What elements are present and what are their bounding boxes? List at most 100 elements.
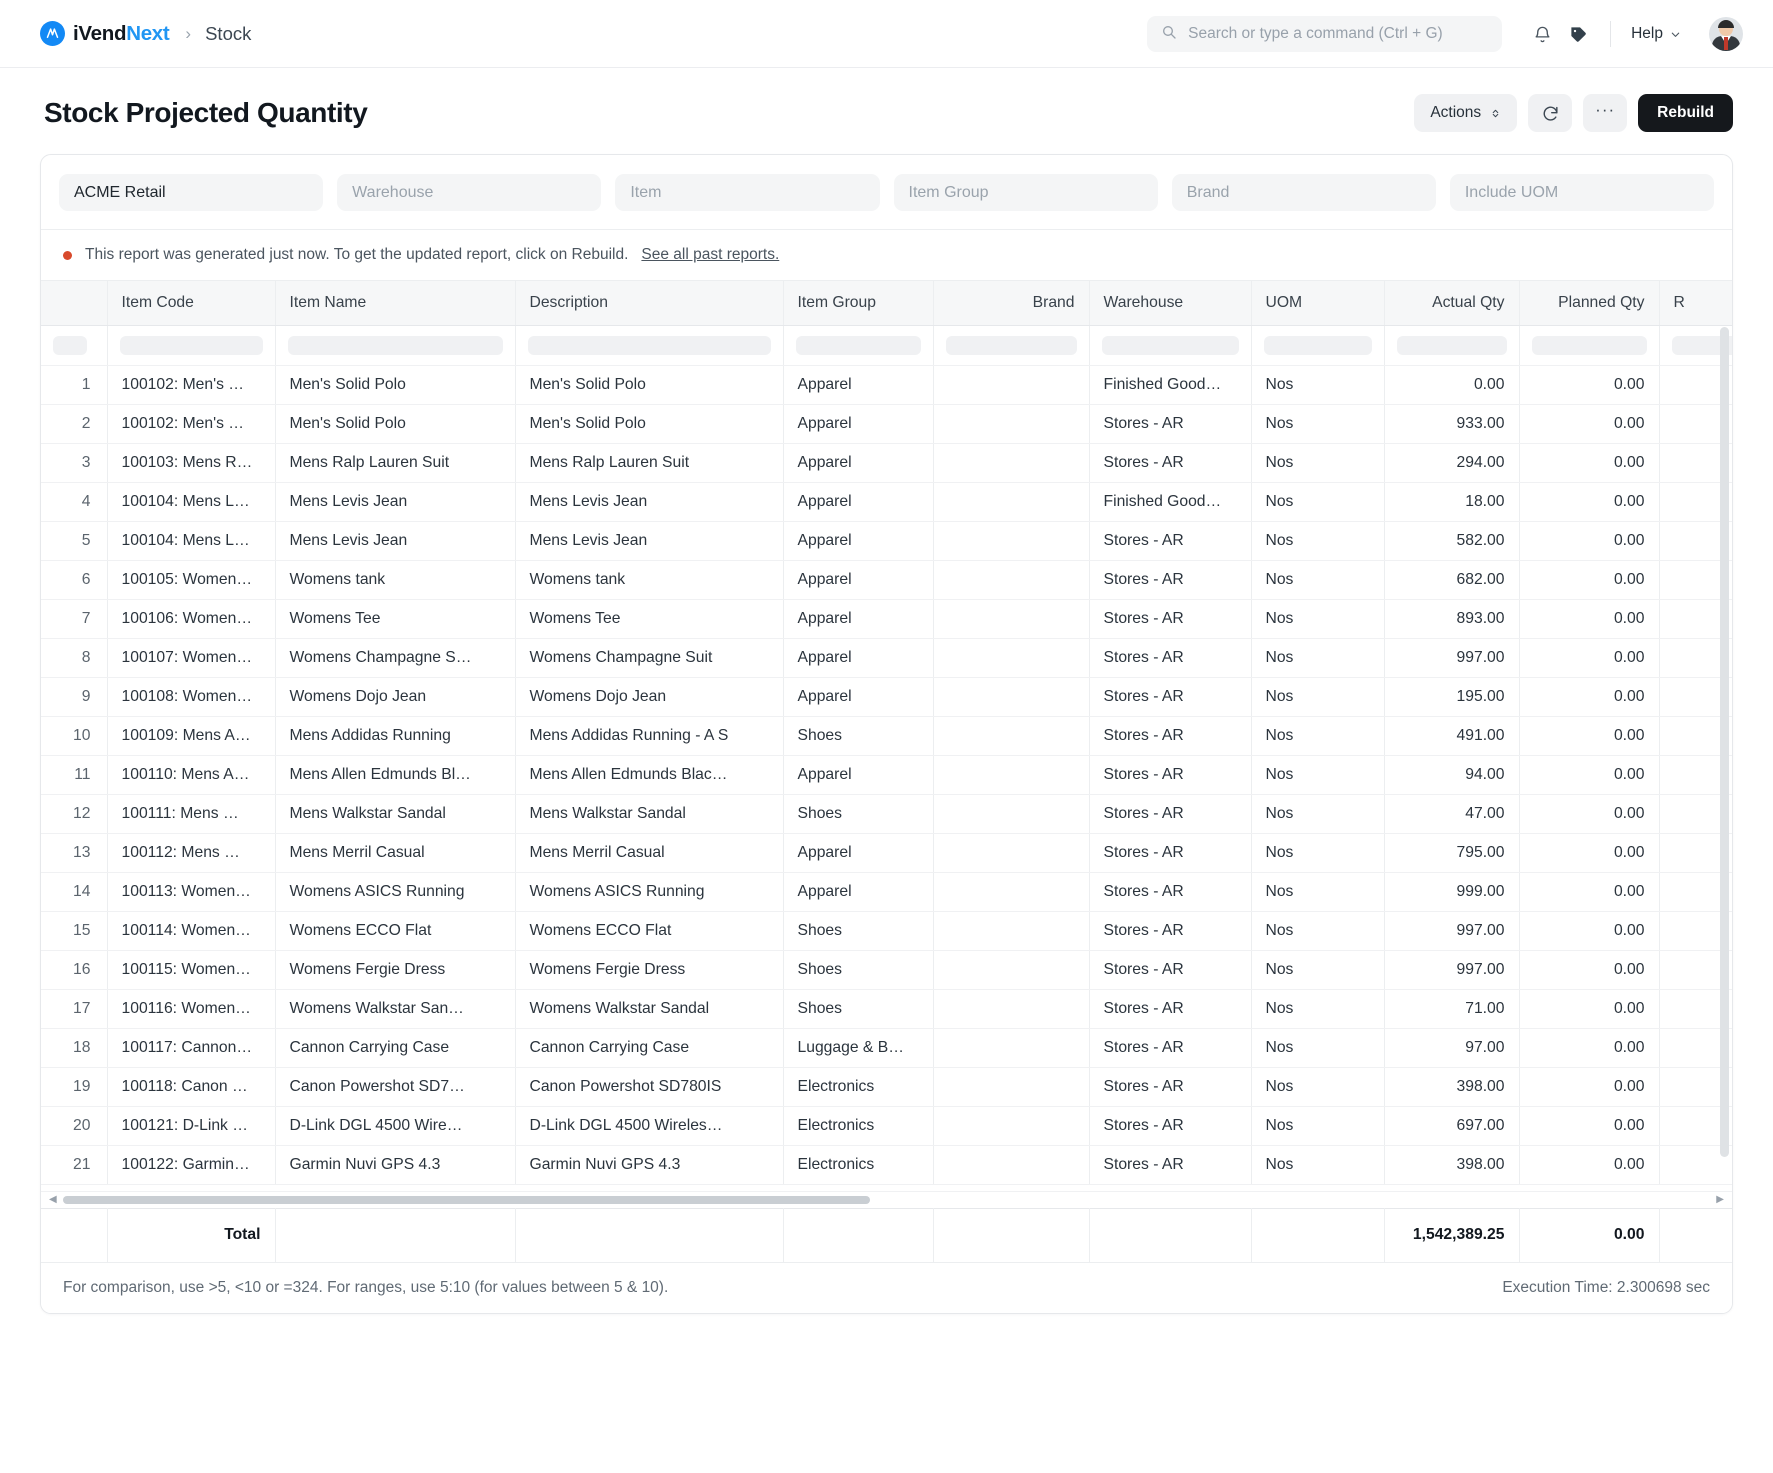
filter-cell-planned-qty[interactable] [1519, 325, 1660, 366]
table-row[interactable]: 14 100113: Women… Womens ASICS Running Wome… [41, 872, 1732, 912]
brand-logo-group[interactable]: iVendNext [40, 21, 170, 46]
filter-item-group[interactable]: Item Group [893, 174, 1158, 211]
cell-planned-qty: 0.00 [1519, 872, 1660, 912]
notifications-bell-icon[interactable] [1524, 16, 1560, 52]
col-brand[interactable]: Brand [933, 281, 1090, 326]
cell-description: Mens Walkstar Sandal [515, 794, 784, 834]
table-row[interactable]: 17 100116: Women… Womens Walkstar San… Wome… [41, 989, 1732, 1029]
actions-button[interactable]: Actions [1414, 94, 1518, 132]
table-row[interactable]: 16 100115: Women… Womens Fergie Dress Women… [41, 950, 1732, 990]
table-row[interactable]: 15 100114: Women… Womens ECCO Flat Womens E… [41, 911, 1732, 951]
cell-index: 4 [41, 482, 108, 522]
cell-description: Womens Walkstar Sandal [515, 989, 784, 1029]
table-row[interactable]: 3 100103: Mens R… Mens Ralp Lauren Suit Men… [41, 443, 1732, 483]
col-item-group[interactable]: Item Group [783, 281, 934, 326]
table-vertical-scrollbar[interactable] [1719, 327, 1730, 1191]
tag-icon[interactable] [1560, 16, 1596, 52]
search-input[interactable]: Search or type a command (Ctrl + G) [1147, 16, 1503, 52]
filter-warehouse[interactable]: Warehouse [337, 174, 602, 211]
user-avatar[interactable] [1709, 17, 1743, 51]
cell-actual-qty: 795.00 [1384, 833, 1520, 873]
cell-uom: Nos [1251, 599, 1385, 639]
table-row[interactable]: 5 100104: Mens L… Mens Levis Jean Mens Levi… [41, 521, 1732, 561]
table-row[interactable]: 19 100118: Canon … Canon Powershot SD7… Can… [41, 1067, 1732, 1107]
filter-cell-warehouse[interactable] [1089, 325, 1252, 366]
col-actual-qty[interactable]: Actual Qty [1384, 281, 1520, 326]
help-menu[interactable]: Help [1625, 25, 1687, 43]
cell-item-code: 100113: Women… [107, 872, 276, 912]
table-row[interactable]: 9 100108: Women… Womens Dojo Jean Womens Do… [41, 677, 1732, 717]
filter-brand[interactable]: Brand [1171, 174, 1436, 211]
table-row[interactable]: 12 100111: Mens … Mens Walkstar Sandal Mens… [41, 794, 1732, 834]
cell-item-code: 100112: Mens … [107, 833, 276, 873]
cell-actual-qty: 491.00 [1384, 716, 1520, 756]
cell-warehouse: Stores - AR [1089, 1106, 1252, 1146]
cell-item-group: Shoes [783, 794, 934, 834]
table-row[interactable]: 2 100102: Men's … Men's Solid Polo Men's So… [41, 404, 1732, 444]
cell-brand [933, 989, 1090, 1029]
cell-brand [933, 755, 1090, 795]
cell-item-name: Mens Levis Jean [275, 521, 516, 561]
cell-index: 17 [41, 989, 108, 1029]
table-row[interactable]: 20 100121: D-Link … D-Link DGL 4500 Wire… D… [41, 1106, 1732, 1146]
col-item-name[interactable]: Item Name [275, 281, 516, 326]
cell-description: Womens Tee [515, 599, 784, 639]
col-planned-qty[interactable]: Planned Qty [1519, 281, 1660, 326]
cell-brand [933, 1067, 1090, 1107]
scroll-left-icon[interactable]: ◀ [49, 1194, 57, 1205]
table-row[interactable]: 18 100117: Cannon… Cannon Carrying Case Can… [41, 1028, 1732, 1068]
filter-include-uom[interactable]: Include UOM [1449, 174, 1715, 211]
cell-item-group: Apparel [783, 404, 934, 444]
rebuild-button[interactable]: Rebuild [1638, 94, 1733, 132]
filter-cell-actual-qty[interactable] [1384, 325, 1520, 366]
cell-actual-qty: 18.00 [1384, 482, 1520, 522]
filter-cell-uom[interactable] [1251, 325, 1385, 366]
table-horizontal-scrollbar[interactable]: ◀ ▶ [41, 1190, 1732, 1208]
filter-cell-item-group[interactable] [783, 325, 934, 366]
cell-actual-qty: 999.00 [1384, 872, 1520, 912]
filter-cell-item-name[interactable] [275, 325, 516, 366]
refresh-button[interactable] [1528, 94, 1573, 132]
total-actual-qty: 1,542,389.25 [1384, 1208, 1520, 1262]
cell-item-group: Shoes [783, 989, 934, 1029]
filter-cell-item-code[interactable] [107, 325, 276, 366]
filter-cell-index[interactable] [41, 325, 108, 366]
table-row[interactable]: 21 100122: Garmin… Garmin Nuvi GPS 4.3 Garm… [41, 1145, 1732, 1185]
col-next-partial[interactable]: R [1659, 281, 1732, 326]
see-past-reports-link[interactable]: See all past reports. [641, 246, 779, 264]
scroll-right-icon[interactable]: ▶ [1716, 1194, 1724, 1205]
navbar-divider [1610, 21, 1612, 47]
cell-index: 2 [41, 404, 108, 444]
navbar-right-group: Search or type a command (Ctrl + G) Help [1147, 0, 1743, 68]
cell-planned-qty: 0.00 [1519, 911, 1660, 951]
col-uom[interactable]: UOM [1251, 281, 1385, 326]
breadcrumb-stock[interactable]: Stock [205, 23, 251, 45]
table-row[interactable]: 11 100110: Mens A… Mens Allen Edmunds Bl… M… [41, 755, 1732, 795]
cell-planned-qty: 0.00 [1519, 521, 1660, 561]
cell-uom: Nos [1251, 911, 1385, 951]
filter-company[interactable]: ACME Retail [59, 174, 324, 211]
table-row[interactable]: 8 100107: Women… Womens Champagne S… Womens… [41, 638, 1732, 678]
cell-description: Womens Dojo Jean [515, 677, 784, 717]
filter-cell-description[interactable] [515, 325, 784, 366]
filter-item[interactable]: Item [615, 174, 880, 211]
table-row[interactable]: 13 100112: Mens … Mens Merril Casual Mens M… [41, 833, 1732, 873]
col-warehouse[interactable]: Warehouse [1089, 281, 1252, 326]
cell-actual-qty: 893.00 [1384, 599, 1520, 639]
chevron-updown-icon [1492, 109, 1499, 117]
cell-item-name: Womens Walkstar San… [275, 989, 516, 1029]
table-row[interactable]: 1 100102: Men's … Men's Solid Polo Men's So… [41, 365, 1732, 405]
col-item-code[interactable]: Item Code [107, 281, 276, 326]
filter-cell-brand[interactable] [933, 325, 1090, 366]
table-row[interactable]: 10 100109: Mens A… Mens Addidas Running Men… [41, 716, 1732, 756]
cell-uom: Nos [1251, 365, 1385, 405]
col-description[interactable]: Description [515, 281, 784, 326]
table-row[interactable]: 7 100106: Women… Womens Tee Womens Tee Appar… [41, 599, 1732, 639]
help-label: Help [1631, 25, 1663, 42]
table-row[interactable]: 4 100104: Mens L… Mens Levis Jean Mens Levi… [41, 482, 1732, 522]
cell-description: Mens Ralp Lauren Suit [515, 443, 784, 483]
more-options-button[interactable]: ··· [1583, 94, 1628, 132]
cell-uom: Nos [1251, 482, 1385, 522]
table-row[interactable]: 6 100105: Women… Womens tank Womens tank App… [41, 560, 1732, 600]
refresh-icon [1543, 106, 1558, 121]
